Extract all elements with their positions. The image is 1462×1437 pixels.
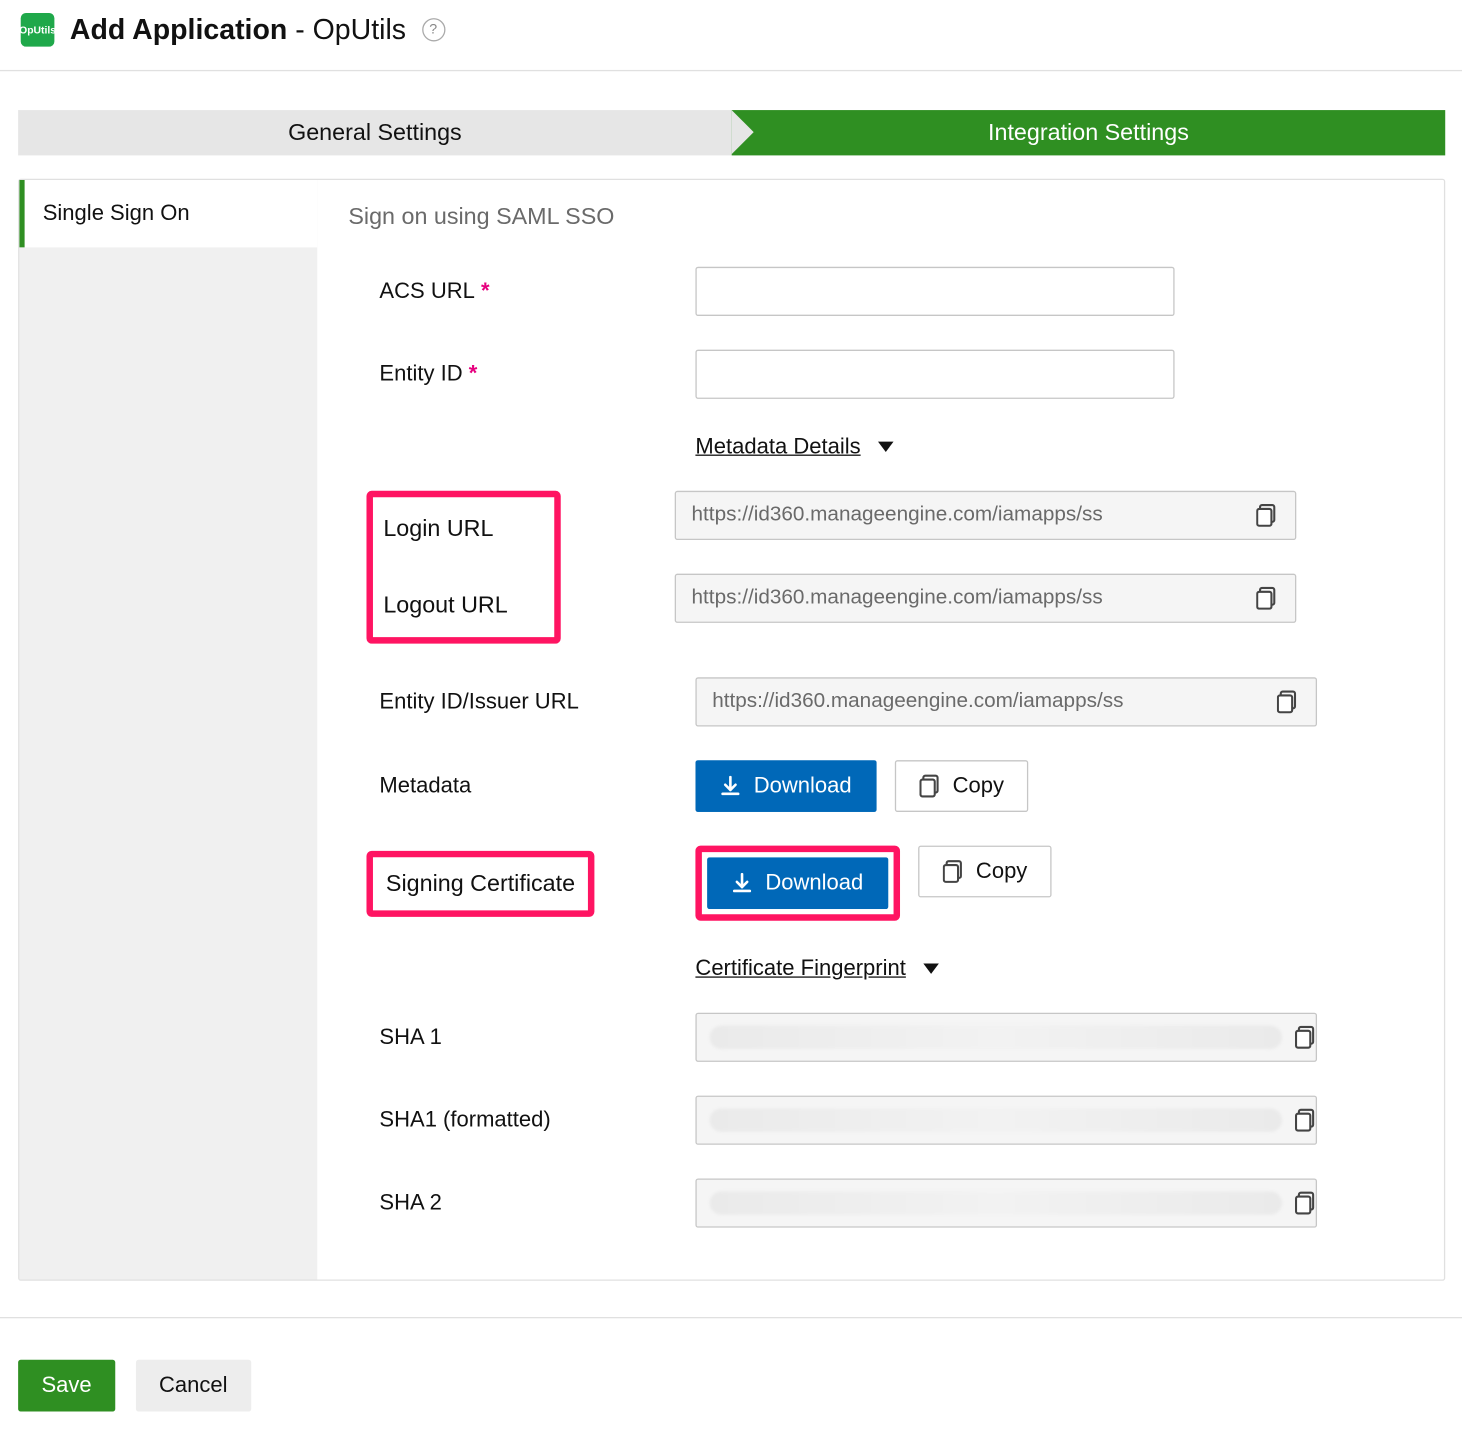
row-sha2: SHA 2 bbox=[348, 1178, 1405, 1227]
label-issuer-url: Entity ID/Issuer URL bbox=[348, 689, 695, 715]
sha1-field bbox=[695, 1013, 1317, 1062]
copy-sha1[interactable] bbox=[1295, 1026, 1316, 1049]
label-login-url: Login URL bbox=[383, 505, 544, 553]
row-sha1-formatted: SHA1 (formatted) bbox=[348, 1096, 1405, 1145]
download-label: Download bbox=[754, 773, 852, 799]
copy-icon bbox=[1277, 690, 1298, 713]
issuer-url-field bbox=[695, 677, 1317, 726]
download-icon bbox=[732, 873, 753, 894]
page-header: OpUtils Add Application - OpUtils ? bbox=[0, 0, 1462, 71]
copy-icon bbox=[1295, 1109, 1316, 1132]
title-bold: Add Application bbox=[70, 13, 287, 45]
copy-label: Copy bbox=[953, 773, 1004, 799]
highlight-signing-cert-label: Signing Certificate bbox=[366, 850, 594, 916]
sha1f-value-redacted bbox=[710, 1109, 1282, 1132]
title-sep: - bbox=[287, 13, 312, 45]
label-sha2: SHA 2 bbox=[348, 1190, 695, 1216]
sidebar-item-sso[interactable]: Single Sign On bbox=[19, 180, 317, 247]
input-login-url[interactable] bbox=[676, 504, 1238, 527]
label-logout-url: Logout URL bbox=[383, 581, 544, 629]
save-button[interactable]: Save bbox=[18, 1360, 115, 1412]
copy-icon bbox=[1256, 587, 1277, 610]
cancel-button[interactable]: Cancel bbox=[136, 1360, 251, 1412]
copy-issuer-url[interactable] bbox=[1259, 690, 1316, 713]
settings-sidebar: Single Sign On bbox=[19, 180, 317, 1279]
page-title: Add Application - OpUtils bbox=[70, 13, 406, 47]
download-label: Download bbox=[765, 870, 863, 896]
metadata-details-label: Metadata Details bbox=[695, 434, 860, 459]
footer-actions: Save Cancel bbox=[0, 1317, 1462, 1437]
copy-icon bbox=[1295, 1026, 1316, 1049]
cert-fingerprint-toggle[interactable]: Certificate Fingerprint bbox=[695, 954, 1405, 981]
copy-cert-button[interactable]: Copy bbox=[918, 846, 1052, 898]
sha2-field bbox=[695, 1178, 1317, 1227]
copy-sha2[interactable] bbox=[1295, 1191, 1316, 1214]
label-sha1: SHA 1 bbox=[348, 1024, 695, 1050]
row-acs-url: ACS URL bbox=[348, 267, 1405, 316]
label-entity-id: Entity ID bbox=[348, 361, 695, 387]
settings-content: Sign on using SAML SSO ACS URL Entity ID… bbox=[317, 180, 1444, 1279]
copy-login-url[interactable] bbox=[1238, 504, 1295, 527]
row-sha1: SHA 1 bbox=[348, 1013, 1405, 1062]
download-metadata-button[interactable]: Download bbox=[695, 760, 876, 812]
label-acs-url: ACS URL bbox=[348, 278, 695, 304]
login-url-field bbox=[675, 491, 1297, 540]
copy-icon bbox=[1256, 504, 1277, 527]
copy-sha1f[interactable] bbox=[1295, 1109, 1316, 1132]
highlight-download-cert: Download bbox=[695, 846, 899, 921]
cert-fingerprint-label: Certificate Fingerprint bbox=[695, 956, 905, 981]
settings-panel: Single Sign On Sign on using SAML SSO AC… bbox=[18, 179, 1445, 1281]
sha1f-field bbox=[695, 1096, 1317, 1145]
help-icon[interactable]: ? bbox=[422, 18, 445, 41]
copy-icon bbox=[942, 860, 963, 883]
row-entity-id: Entity ID bbox=[348, 350, 1405, 399]
copy-logout-url[interactable] bbox=[1238, 587, 1295, 610]
highlight-login-logout-labels: Login URL Logout URL bbox=[366, 491, 560, 644]
logout-url-field bbox=[675, 574, 1297, 623]
label-metadata: Metadata bbox=[348, 773, 695, 799]
app-logo-icon: OpUtils bbox=[21, 13, 55, 47]
download-icon bbox=[720, 776, 741, 797]
chevron-down-icon bbox=[877, 442, 893, 452]
label-sha1-formatted: SHA1 (formatted) bbox=[348, 1107, 695, 1133]
copy-icon bbox=[1295, 1191, 1316, 1214]
input-logout-url[interactable] bbox=[676, 587, 1238, 610]
step-general-settings[interactable]: General Settings bbox=[18, 110, 732, 155]
title-app: OpUtils bbox=[313, 13, 406, 45]
input-acs-url[interactable] bbox=[695, 267, 1174, 316]
download-cert-button[interactable]: Download bbox=[707, 857, 888, 909]
content-subtitle: Sign on using SAML SSO bbox=[348, 203, 1405, 230]
step-integration-settings[interactable]: Integration Settings bbox=[732, 110, 1446, 155]
copy-label: Copy bbox=[976, 859, 1027, 885]
sha1-value-redacted bbox=[710, 1026, 1282, 1049]
input-issuer-url[interactable] bbox=[697, 690, 1259, 713]
label-signing-cert: Signing Certificate bbox=[383, 864, 577, 902]
copy-icon bbox=[919, 774, 940, 797]
row-issuer-url: Entity ID/Issuer URL bbox=[348, 677, 1405, 726]
metadata-details-toggle[interactable]: Metadata Details bbox=[695, 433, 1405, 460]
copy-metadata-button[interactable]: Copy bbox=[894, 760, 1028, 812]
row-signing-cert: Signing Certificate Download Copy bbox=[348, 846, 1405, 921]
chevron-down-icon bbox=[923, 964, 939, 974]
input-entity-id[interactable] bbox=[695, 350, 1174, 399]
row-metadata: Metadata Download Copy bbox=[348, 760, 1405, 812]
wizard-steps: General Settings Integration Settings bbox=[18, 110, 1445, 155]
sha2-value-redacted bbox=[710, 1191, 1282, 1214]
